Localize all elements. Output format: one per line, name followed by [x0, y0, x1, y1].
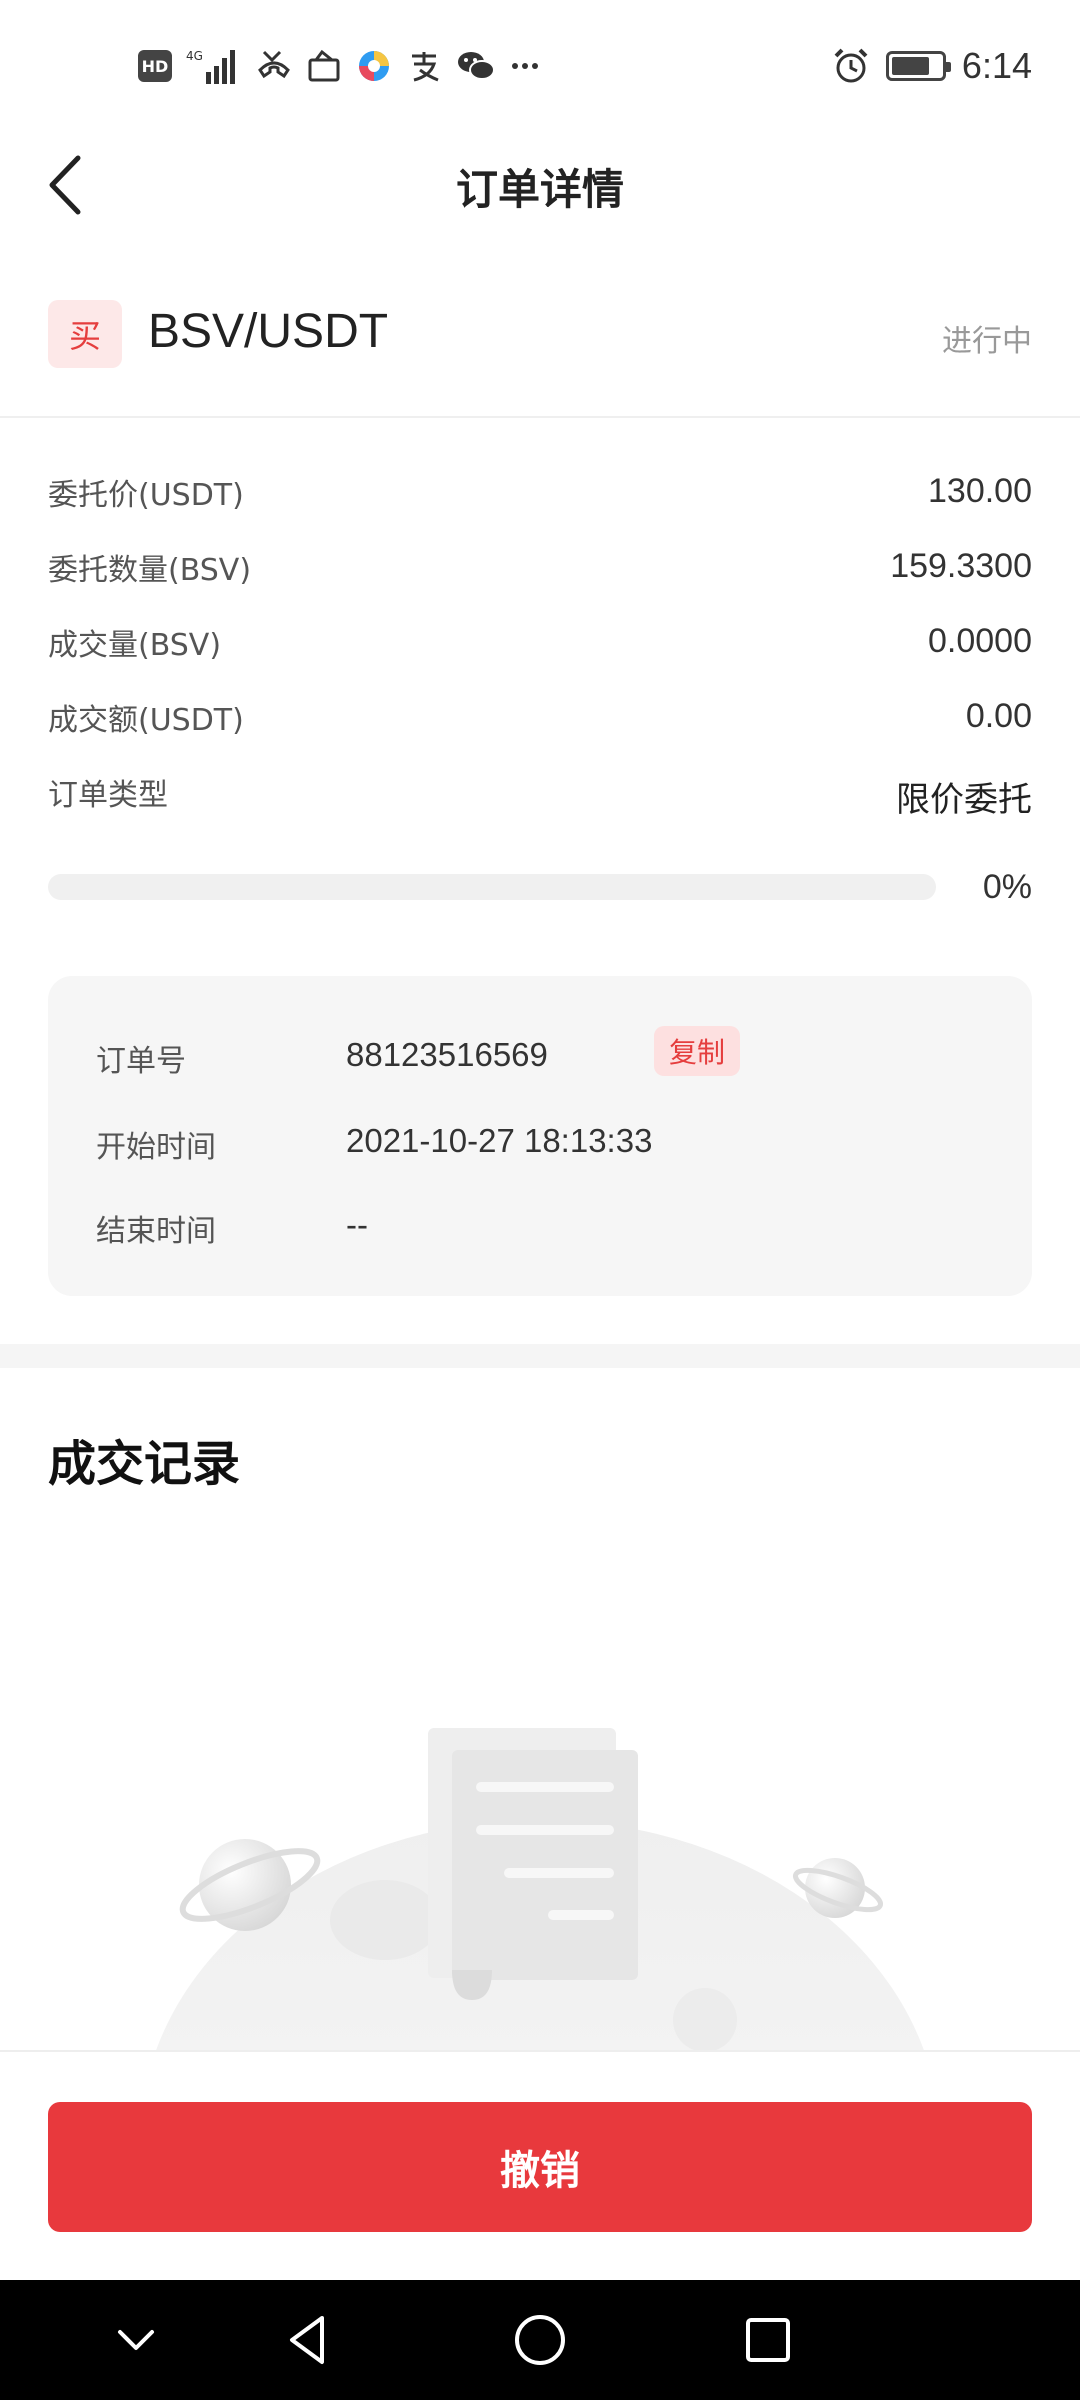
- progress-percent: 0%: [982, 868, 1032, 906]
- order-number-value: 88123516569: [346, 1036, 548, 1073]
- fill-progress-bar: [48, 874, 936, 900]
- section-separator: [0, 1344, 1080, 1368]
- copy-button[interactable]: 复制: [654, 1026, 740, 1076]
- recents-icon[interactable]: [738, 2310, 798, 2370]
- back-icon[interactable]: [278, 2310, 338, 2370]
- app-icon: [356, 44, 392, 88]
- divider: [0, 416, 1080, 418]
- buy-side-badge: 买: [48, 300, 122, 368]
- status-left-icons: HD 4G: [138, 44, 540, 88]
- detail-value: 0.00: [965, 697, 1032, 735]
- end-time-row: 结束时间 --: [96, 1196, 984, 1256]
- page-header: 订单详情: [0, 130, 1080, 240]
- detail-value: 130.00: [928, 472, 1032, 510]
- detail-label: 订单类型: [48, 778, 168, 813]
- detail-label: 成交额(USDT): [48, 703, 244, 738]
- home-icon[interactable]: [510, 2310, 570, 2370]
- system-navigation-bar: [0, 2280, 1080, 2400]
- order-pair-row: 买 BSV/USDT 进行中: [48, 290, 1032, 380]
- collapse-icon[interactable]: [106, 2310, 166, 2370]
- trade-records-title: 成交记录: [48, 1436, 241, 1492]
- start-time-value: 2021-10-27 18:13:33: [346, 1122, 653, 1159]
- bag-icon: [306, 44, 342, 88]
- detail-row-filled-qty: 成交量(BSV) 0.0000: [48, 610, 1032, 685]
- detail-row-filled-total: 成交额(USDT) 0.00: [48, 685, 1032, 760]
- detail-row-price: 委托价(USDT) 130.00: [48, 460, 1032, 535]
- detail-row-order-type: 订单类型 限价委托: [48, 760, 1032, 835]
- start-time-label: 开始时间: [96, 1130, 216, 1165]
- alarm-icon: [832, 44, 870, 88]
- status-right-icons: 6:14: [832, 44, 1032, 88]
- network-type-label: 4G: [186, 49, 203, 63]
- order-status: 进行中: [942, 324, 1032, 359]
- cancel-order-button[interactable]: 撤销: [48, 2102, 1032, 2232]
- bottom-divider: [0, 2050, 1080, 2052]
- alipay-icon: [406, 44, 442, 88]
- empty-state-illustration: [0, 1700, 1080, 2050]
- clock-time: 6:14: [961, 45, 1032, 86]
- detail-label: 委托价(USDT): [48, 478, 244, 513]
- order-details-list: 委托价(USDT) 130.00 委托数量(BSV) 159.3300 成交量(…: [48, 460, 1032, 835]
- signal-icon: 4G: [186, 44, 242, 88]
- detail-label: 成交量(BSV): [48, 628, 222, 663]
- order-number-label: 订单号: [96, 1044, 186, 1079]
- order-info-card: 订单号 88123516569 复制 开始时间 2021-10-27 18:13…: [48, 976, 1032, 1296]
- battery-icon: [885, 51, 951, 81]
- empty-document-illustration-icon: [156, 1728, 924, 2050]
- status-bar: HD 4G 6:14: [0, 0, 1080, 130]
- order-number-row: 订单号 88123516569 复制: [96, 1026, 984, 1086]
- detail-value: 限价委托: [896, 780, 1032, 820]
- start-time-row: 开始时间 2021-10-27 18:13:33: [96, 1112, 984, 1172]
- hd-icon: HD: [138, 50, 172, 82]
- missed-call-icon: [256, 44, 292, 88]
- end-time-label: 结束时间: [96, 1214, 216, 1249]
- trading-pair: BSV/USDT: [148, 305, 389, 358]
- wechat-icon: [456, 44, 496, 88]
- more-icon: [510, 44, 540, 88]
- page-title: 订单详情: [455, 165, 624, 214]
- end-time-value: --: [346, 1206, 368, 1243]
- detail-row-amount: 委托数量(BSV) 159.3300: [48, 535, 1032, 610]
- detail-value: 0.0000: [928, 622, 1032, 660]
- detail-label: 委托数量(BSV): [48, 553, 252, 588]
- detail-value: 159.3300: [890, 547, 1032, 585]
